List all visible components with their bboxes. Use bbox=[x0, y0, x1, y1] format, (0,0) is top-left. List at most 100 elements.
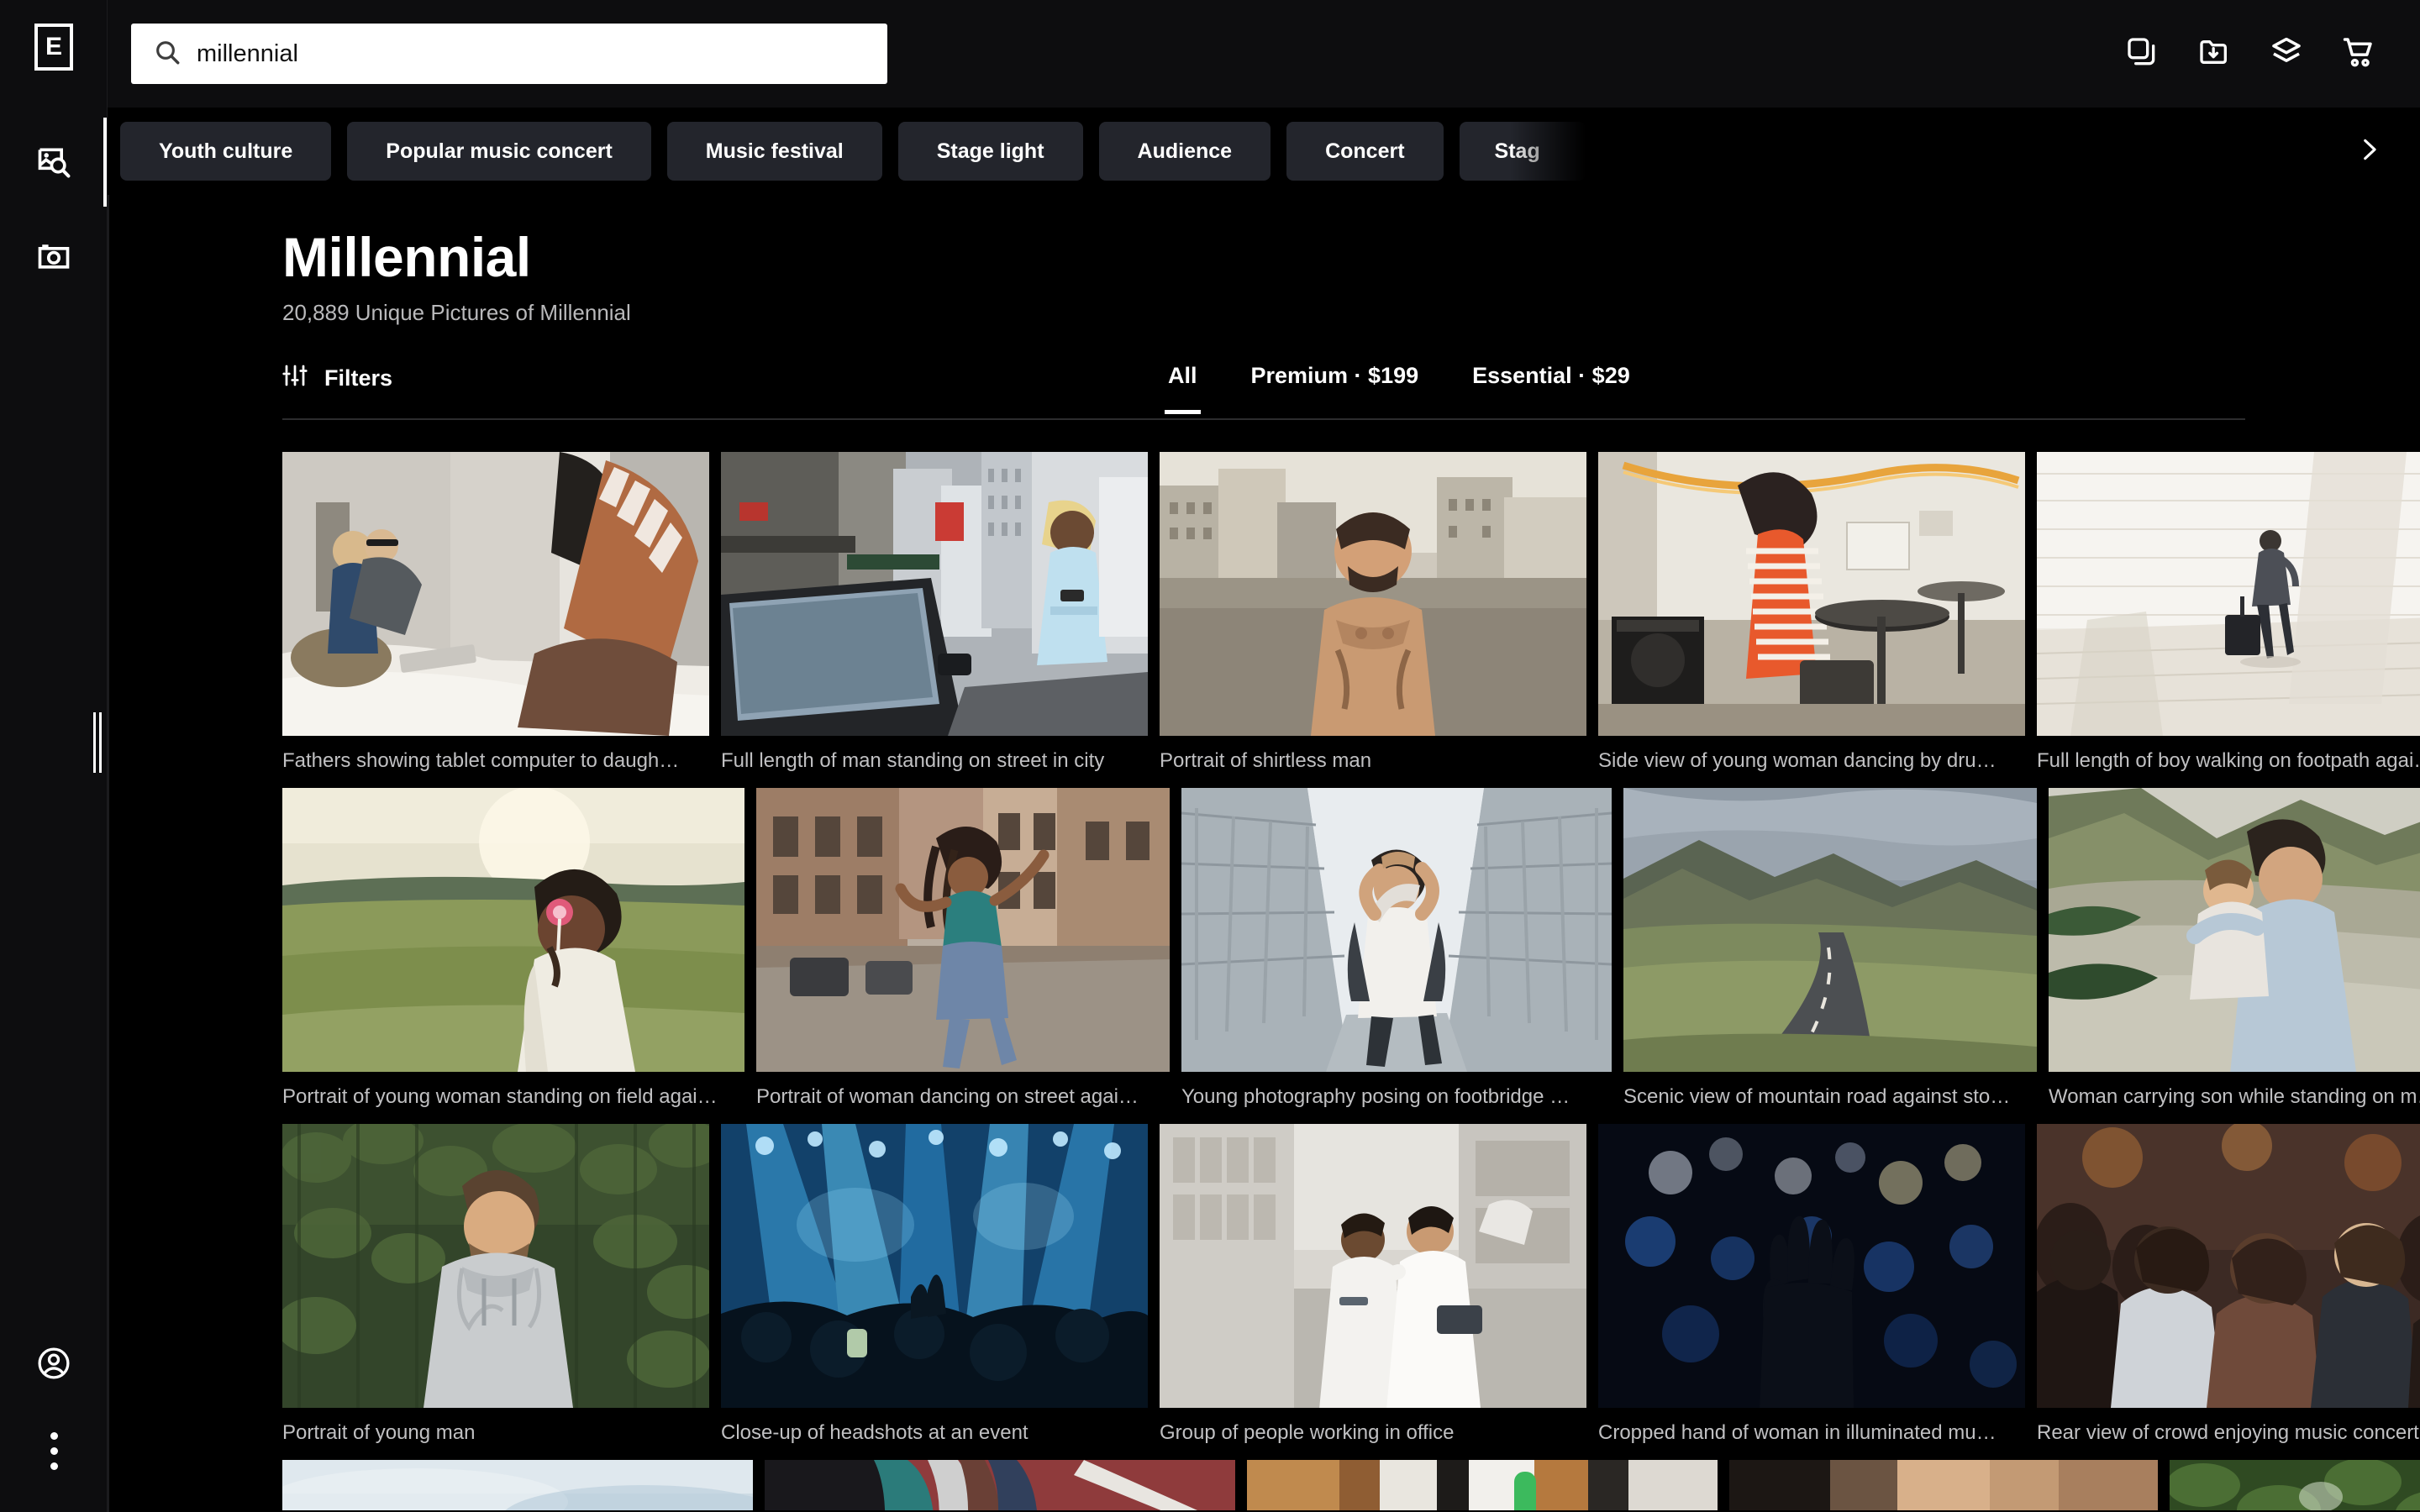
thumbnail-mountain-mother[interactable] bbox=[2049, 787, 2420, 1072]
result-tile[interactable] bbox=[282, 1459, 753, 1510]
filters-button[interactable]: Filters bbox=[282, 354, 392, 394]
rail-bottom bbox=[0, 1337, 108, 1477]
logo-letter: E bbox=[45, 33, 62, 60]
chip-popular-music-concert[interactable]: Popular music concert bbox=[347, 122, 651, 181]
result-tile[interactable]: Close-up of headshots at an event bbox=[721, 1123, 1148, 1445]
result-tile[interactable]: Group of people working in office bbox=[1160, 1123, 1586, 1445]
tile-caption: Portrait of woman dancing on street agai… bbox=[756, 1084, 1139, 1108]
thumbnail-foliage[interactable] bbox=[2170, 1459, 2420, 1510]
result-tile[interactable]: Fathers showing tablet computer to daugh… bbox=[282, 451, 709, 773]
main-area: Youth culture Popular music concert Musi… bbox=[108, 0, 2420, 1512]
thumbnail-rooftop-shirtless[interactable] bbox=[1160, 451, 1586, 736]
page-title: Millennial bbox=[282, 226, 531, 288]
cart-icon bbox=[2341, 34, 2376, 74]
thumbnail-street-dancer[interactable] bbox=[756, 787, 1170, 1072]
result-tile[interactable]: Portrait of shirtless man bbox=[1160, 451, 1586, 773]
camera-icon bbox=[35, 238, 72, 275]
result-tile[interactable]: Full length of boy walking on footpath a… bbox=[2037, 451, 2420, 773]
result-tile[interactable]: Portrait of young man bbox=[282, 1123, 709, 1445]
sidebar-item-camera-search[interactable] bbox=[0, 230, 108, 282]
user-circle-icon bbox=[35, 1345, 72, 1382]
license-tabs: All Premium · $199 Essential · $29 bbox=[1165, 354, 1634, 414]
tile-caption: Close-up of headshots at an event bbox=[721, 1420, 1028, 1444]
thumbnail-bokeh-hand[interactable] bbox=[1598, 1123, 2025, 1408]
page-header: Millennial 20,889 Unique Pictures of Mil… bbox=[108, 195, 2420, 326]
result-tile[interactable]: Cropped hand of woman in illuminated mu… bbox=[1598, 1123, 2025, 1445]
tile-caption: Cropped hand of woman in illuminated mu… bbox=[1598, 1420, 1996, 1444]
tile-caption: Young photography posing on footbridge … bbox=[1181, 1084, 1570, 1108]
thumbnail-sky-pale[interactable] bbox=[282, 1459, 753, 1510]
tile-caption: Woman carrying son while standing on m… bbox=[2049, 1084, 2420, 1108]
tile-caption: Portrait of young woman standing on fiel… bbox=[282, 1084, 718, 1108]
thumbnail-blue-concert[interactable] bbox=[721, 1123, 1148, 1408]
chip-concert[interactable]: Concert bbox=[1286, 122, 1444, 181]
result-tile[interactable]: Full length of man standing on street in… bbox=[721, 451, 1148, 773]
sidebar-item-visual-search[interactable] bbox=[0, 118, 108, 207]
search-input[interactable] bbox=[197, 39, 865, 68]
account-button[interactable] bbox=[0, 1337, 108, 1389]
thumbnail-mountain-road[interactable] bbox=[1623, 787, 2037, 1072]
search-bar[interactable] bbox=[131, 24, 887, 84]
result-tile[interactable] bbox=[2170, 1459, 2420, 1510]
chevron-right-icon bbox=[2354, 135, 2383, 168]
result-tile[interactable] bbox=[1247, 1459, 1718, 1510]
result-tile[interactable]: Rear view of crowd enjoying music concer… bbox=[2037, 1123, 2420, 1445]
result-tile[interactable]: Scenic view of mountain road against sto… bbox=[1623, 787, 2037, 1109]
layers-icon bbox=[2269, 34, 2304, 74]
result-tile[interactable]: Side view of young woman dancing by dru… bbox=[1598, 451, 2025, 773]
thumbnail-city-street-woman[interactable] bbox=[721, 451, 1148, 736]
thumbnail-footbridge-boy[interactable] bbox=[1181, 787, 1612, 1072]
tile-caption: Full length of man standing on street in… bbox=[721, 748, 1105, 772]
top-actions bbox=[2123, 34, 2385, 73]
thumbnail-white-corridor[interactable] bbox=[2037, 451, 2420, 736]
thumbnail-crowd-back[interactable] bbox=[2037, 1123, 2420, 1408]
tile-caption: Rear view of crowd enjoying music concer… bbox=[2037, 1420, 2419, 1444]
thumbnail-bedroom-family[interactable] bbox=[282, 451, 709, 736]
results-grid: Fathers showing tablet computer to daugh… bbox=[108, 451, 2420, 1510]
boards-button[interactable] bbox=[2123, 34, 2161, 73]
rail-nav bbox=[0, 118, 108, 282]
chip-music-festival[interactable]: Music festival bbox=[666, 122, 882, 181]
cart-button[interactable] bbox=[2339, 34, 2378, 73]
page-subtitle: 20,889 Unique Pictures of Millennial bbox=[282, 299, 631, 325]
thumbnail-drum-room[interactable] bbox=[1598, 451, 2025, 736]
thumbnail-warm-interior[interactable] bbox=[1729, 1459, 2158, 1510]
result-tile[interactable] bbox=[1729, 1459, 2158, 1510]
collections-button[interactable] bbox=[2267, 34, 2306, 73]
sliders-icon bbox=[282, 363, 308, 394]
grid-row-partial bbox=[282, 1459, 2420, 1510]
logo[interactable]: E bbox=[34, 24, 73, 71]
result-tile[interactable] bbox=[765, 1459, 1235, 1510]
chip-audience[interactable]: Audience bbox=[1098, 122, 1271, 181]
thumbnail-track-runners[interactable] bbox=[765, 1459, 1235, 1510]
chip-stage[interactable]: Stag bbox=[1459, 122, 1586, 181]
sidebar-resize-handle[interactable] bbox=[91, 712, 104, 773]
chip-youth-culture[interactable]: Youth culture bbox=[120, 122, 332, 181]
result-tile[interactable]: Portrait of young woman standing on fiel… bbox=[282, 787, 744, 1109]
chips-scroll-next-button[interactable] bbox=[2331, 108, 2407, 195]
chip-stage-light[interactable]: Stage light bbox=[897, 122, 1083, 181]
thumbnail-alley-green[interactable] bbox=[1247, 1459, 1718, 1510]
grid-row: Fathers showing tablet computer to daugh… bbox=[282, 451, 2420, 773]
thumbnail-green-hedge-man[interactable] bbox=[282, 1123, 709, 1408]
filters-label: Filters bbox=[324, 365, 393, 391]
thumbnail-lab-office[interactable] bbox=[1160, 1123, 1586, 1408]
tab-all[interactable]: All bbox=[1165, 354, 1201, 414]
thumbnail-field-lollipop[interactable] bbox=[282, 787, 744, 1072]
chips-list: Youth culture Popular music concert Musi… bbox=[120, 122, 1586, 181]
tile-caption: Scenic view of mountain road against sto… bbox=[1623, 1084, 2011, 1108]
more-menu-button[interactable] bbox=[0, 1425, 108, 1477]
result-tile[interactable]: Portrait of woman dancing on street agai… bbox=[756, 787, 1170, 1109]
top-bar bbox=[108, 0, 2420, 108]
result-tile[interactable]: Young photography posing on footbridge … bbox=[1181, 787, 1612, 1109]
tab-essential[interactable]: Essential · $29 bbox=[1469, 354, 1634, 412]
tile-caption: Portrait of shirtless man bbox=[1160, 748, 1372, 772]
boards-icon bbox=[2125, 35, 2159, 73]
grid-row: Portrait of young man Close-up of headsh… bbox=[282, 1123, 2420, 1445]
grid-row: Portrait of young woman standing on fiel… bbox=[282, 787, 2420, 1109]
related-search-chips: Youth culture Popular music concert Musi… bbox=[108, 108, 2420, 195]
tab-premium[interactable]: Premium · $199 bbox=[1248, 354, 1423, 412]
result-tile[interactable]: Woman carrying son while standing on m… bbox=[2049, 787, 2420, 1109]
downloads-button[interactable] bbox=[2195, 34, 2233, 73]
tile-caption: Side view of young woman dancing by dru… bbox=[1598, 748, 1996, 772]
